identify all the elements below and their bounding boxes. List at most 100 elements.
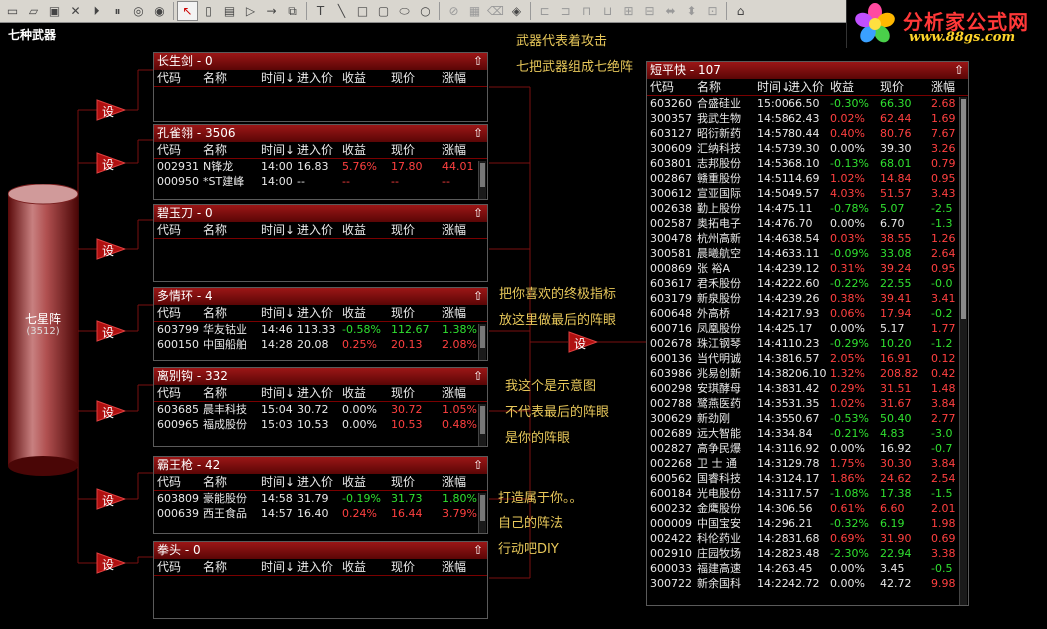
table-row[interactable]: 300612 宣亚国际 14:50 49.57 4.03% 51.57 3.43 — [647, 186, 968, 201]
table-row[interactable]: 300609 汇纳科技 14:57 39.30 0.00% 39.30 3.26 — [647, 141, 968, 156]
column-header[interactable]: 涨幅 — [442, 474, 482, 490]
table-row[interactable]: 600562 国睿科技 14:31 24.17 1.86% 24.62 2.54 — [647, 471, 968, 486]
column-header[interactable]: 代码 — [154, 142, 203, 158]
column-header[interactable]: 涨幅 — [442, 142, 482, 158]
column-header[interactable]: 名称 — [203, 222, 261, 238]
table-row[interactable]: 002638 勤上股份 14:47 5.11 -0.78% 5.07 -2.5 — [647, 201, 968, 216]
vertical-scrollbar[interactable] — [959, 97, 967, 605]
table-row[interactable]: 300581 晨曦航空 14:46 33.11 -0.09% 33.08 2.64 — [647, 246, 968, 261]
table-row[interactable]: 600298 安琪酵母 14:38 31.42 0.29% 31.51 1.48 — [647, 381, 968, 396]
column-header[interactable]: 名称 — [203, 70, 261, 86]
table-row[interactable]: 002678 珠江钢琴 14:41 10.23 -0.29% 10.20 -1.2 — [647, 336, 968, 351]
table-row[interactable]: 002931 N锋龙 14:00 16.83 5.76% 17.80 44.01 — [154, 159, 487, 174]
column-header[interactable]: 代码 — [647, 79, 697, 95]
table-row[interactable]: 603986 兆易创新 14:38 206.10 1.32% 208.82 0.42 — [647, 366, 968, 381]
column-header[interactable]: 代码 — [154, 70, 203, 86]
table-row[interactable]: 002827 高争民爆 14:31 16.92 0.00% 16.92 -0.7 — [647, 441, 968, 456]
set-button[interactable]: 设 — [96, 99, 126, 121]
column-header[interactable]: 现价 — [391, 305, 442, 321]
panel-title-bar[interactable]: 碧玉刀 - 0 ⇧ — [154, 205, 487, 222]
table-row[interactable]: 002689 远大智能 14:33 4.84 -0.21% 4.83 -3.0 — [647, 426, 968, 441]
column-header[interactable]: 代码 — [154, 474, 203, 490]
column-header[interactable]: 现价 — [391, 142, 442, 158]
table-row[interactable]: 002268 卫 士 通 14:31 29.78 1.75% 30.30 3.84 — [647, 456, 968, 471]
table-row[interactable]: 002867 赣重股份 14:51 14.69 1.02% 14.84 0.95 — [647, 171, 968, 186]
scroll-thumb[interactable] — [480, 326, 485, 348]
column-header[interactable]: 现价 — [391, 474, 442, 490]
set-button[interactable]: 设 — [96, 152, 126, 174]
column-header[interactable]: 进入价 — [297, 222, 342, 238]
vertical-scrollbar[interactable] — [478, 324, 486, 360]
collapse-up-icon[interactable]: ⇧ — [954, 62, 964, 79]
table-row[interactable]: 600648 外高桥 14:42 17.93 0.06% 17.94 -0.2 — [647, 306, 968, 321]
table-row[interactable]: 600716 凤凰股份 14:42 5.17 0.00% 5.17 1.77 — [647, 321, 968, 336]
column-header[interactable]: 进入价 — [297, 142, 342, 158]
column-header[interactable]: 现价 — [391, 559, 442, 575]
table-row[interactable]: 600033 福建高速 14:26 3.45 0.00% 3.45 -0.5 — [647, 561, 968, 576]
column-header[interactable]: 现价 — [391, 70, 442, 86]
panel-title-bar[interactable]: 拳头 - 0 ⇧ — [154, 542, 487, 559]
table-row[interactable]: 603809 豪能股份 14:58 31.79 -0.19% 31.73 1.80% — [154, 491, 487, 506]
column-header[interactable]: 现价 — [391, 222, 442, 238]
column-header[interactable]: 代码 — [154, 385, 203, 401]
scroll-thumb[interactable] — [480, 163, 485, 187]
set-button[interactable]: 设 — [96, 552, 126, 574]
column-header[interactable]: 时间↓ — [261, 305, 297, 321]
column-header[interactable]: 收益 — [342, 142, 391, 158]
scroll-thumb[interactable] — [480, 406, 485, 434]
column-header[interactable]: 收益 — [342, 222, 391, 238]
set-button[interactable]: 设 — [96, 400, 126, 422]
column-header[interactable]: 名称 — [697, 79, 757, 95]
collapse-up-icon[interactable]: ⇧ — [473, 205, 483, 222]
column-header[interactable]: 名称 — [203, 305, 261, 321]
column-header[interactable]: 进入价 — [297, 559, 342, 575]
column-header[interactable]: 进入价 — [297, 70, 342, 86]
table-row[interactable]: 002788 鹭燕医药 14:35 31.35 1.02% 31.67 3.84 — [647, 396, 968, 411]
column-header[interactable]: 时间↓ — [261, 70, 297, 86]
panel-title-bar[interactable]: 长生剑 - 0 ⇧ — [154, 53, 487, 70]
column-header[interactable]: 名称 — [203, 474, 261, 490]
collapse-up-icon[interactable]: ⇧ — [473, 368, 483, 385]
table-row[interactable]: 600232 金鹰股份 14:30 6.56 0.61% 6.60 2.01 — [647, 501, 968, 516]
column-header[interactable]: 时间↓ — [757, 79, 788, 95]
column-header[interactable]: 涨幅 — [442, 385, 482, 401]
table-row[interactable]: 002587 奥拓电子 14:47 6.70 0.00% 6.70 -1.3 — [647, 216, 968, 231]
table-row[interactable]: 600150 中国船舶 14:28 20.08 0.25% 20.13 2.08% — [154, 337, 487, 352]
column-header[interactable]: 收益 — [342, 385, 391, 401]
table-row[interactable]: 600965 福成股份 15:03 10.53 0.00% 10.53 0.48% — [154, 417, 487, 432]
column-header[interactable]: 涨幅 — [442, 305, 482, 321]
collapse-up-icon[interactable]: ⇧ — [473, 542, 483, 559]
table-row[interactable]: 603617 君禾股份 14:42 22.60 -0.22% 22.55 -0.0 — [647, 276, 968, 291]
vertical-scrollbar[interactable] — [478, 493, 486, 533]
column-header[interactable]: 时间↓ — [261, 559, 297, 575]
column-header[interactable]: 进入价 — [788, 79, 830, 95]
table-row[interactable]: 300629 新劲刚 14:35 50.67 -0.53% 50.40 2.77 — [647, 411, 968, 426]
column-header[interactable]: 现价 — [391, 385, 442, 401]
column-header[interactable]: 时间↓ — [261, 222, 297, 238]
set-button[interactable]: 设 — [96, 320, 126, 342]
column-header[interactable]: 时间↓ — [261, 142, 297, 158]
table-row[interactable]: 603799 华友钴业 14:46 113.33 -0.58% 112.67 1.38% — [154, 322, 487, 337]
collapse-up-icon[interactable]: ⇧ — [473, 288, 483, 305]
panel-title-bar[interactable]: 孔雀翎 - 3506 ⇧ — [154, 125, 487, 142]
table-row[interactable]: 603127 昭衍新药 14:57 80.44 0.40% 80.76 7.67 — [647, 126, 968, 141]
panel-title-bar[interactable]: 短平快 - 107 ⇧ — [647, 62, 968, 79]
collapse-up-icon[interactable]: ⇧ — [473, 125, 483, 142]
column-header[interactable]: 时间↓ — [261, 474, 297, 490]
column-header[interactable]: 现价 — [880, 79, 931, 95]
column-header[interactable]: 代码 — [154, 222, 203, 238]
table-row[interactable]: 300357 我武生物 14:58 62.43 0.02% 62.44 1.69 — [647, 111, 968, 126]
table-row[interactable]: 000009 中国宝安 14:29 6.21 -0.32% 6.19 1.98 — [647, 516, 968, 531]
scroll-thumb[interactable] — [961, 99, 966, 319]
vertical-scrollbar[interactable] — [478, 161, 486, 199]
column-header[interactable]: 涨幅 — [442, 70, 482, 86]
column-header[interactable]: 收益 — [342, 305, 391, 321]
set-button[interactable]: 设 — [96, 488, 126, 510]
table-row[interactable]: 300478 杭州高新 14:46 38.54 0.03% 38.55 1.26 — [647, 231, 968, 246]
column-header[interactable]: 涨幅 — [442, 559, 482, 575]
set-button[interactable]: 设 — [568, 331, 598, 353]
table-row[interactable]: 300722 新余国科 14:22 42.72 0.00% 42.72 9.98 — [647, 576, 968, 591]
column-header[interactable]: 收益 — [342, 70, 391, 86]
column-header[interactable]: 收益 — [342, 474, 391, 490]
table-row[interactable]: 603801 志邦股份 14:53 68.10 -0.13% 68.01 0.79 — [647, 156, 968, 171]
